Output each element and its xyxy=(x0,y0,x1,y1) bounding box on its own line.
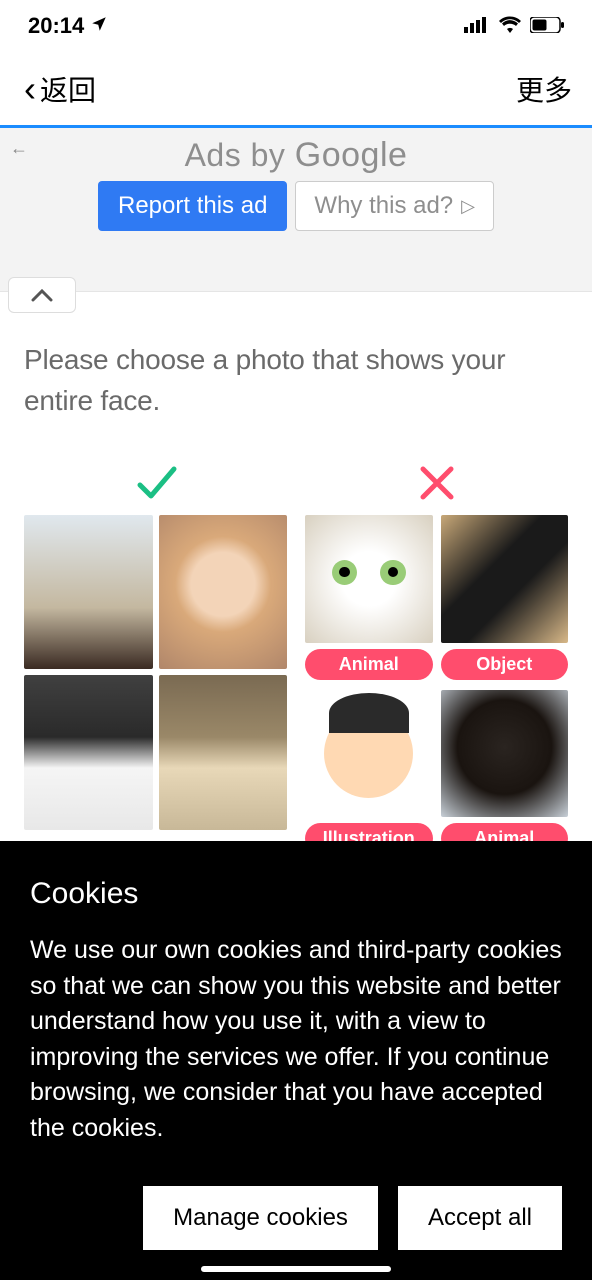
chevron-up-icon xyxy=(31,288,53,302)
good-examples-column xyxy=(24,461,287,854)
accept-all-button[interactable]: Accept all xyxy=(398,1186,562,1250)
good-photo xyxy=(159,675,288,829)
check-icon xyxy=(134,461,178,505)
battery-icon xyxy=(530,13,564,39)
back-label: 返回 xyxy=(40,69,96,109)
cookie-text: We use our own cookies and third-party c… xyxy=(30,933,562,1146)
bad-photo xyxy=(441,690,569,818)
cross-icon xyxy=(415,461,459,505)
more-label: 更多 xyxy=(516,75,572,106)
ad-panel: ← Ads by Google Report this ad Why this … xyxy=(0,128,592,292)
why-this-ad-button[interactable]: Why this ad? ▷ xyxy=(295,181,494,231)
cellular-icon xyxy=(464,13,490,39)
bad-label: Animal xyxy=(305,649,433,680)
adchoices-icon: ▷ xyxy=(461,196,475,217)
manage-cookies-button[interactable]: Manage cookies xyxy=(143,1186,378,1250)
location-icon xyxy=(90,13,108,39)
bad-photo xyxy=(305,690,433,818)
examples-section: Animal Object Illustration Animal xyxy=(24,461,568,854)
bad-photo xyxy=(441,515,569,643)
collapse-ad-button[interactable] xyxy=(8,277,76,313)
good-photo xyxy=(24,515,153,669)
instruction-text: Please choose a photo that shows your en… xyxy=(24,340,568,421)
more-button[interactable]: 更多 xyxy=(516,69,572,109)
nav-bar: ‹ 返回 更多 xyxy=(0,52,592,128)
bad-examples-column: Animal Object Illustration Animal xyxy=(305,461,568,854)
cookie-banner: Cookies We use our own cookies and third… xyxy=(0,841,592,1280)
report-ad-button[interactable]: Report this ad xyxy=(98,181,287,231)
cookie-title: Cookies xyxy=(30,877,562,911)
bad-photo xyxy=(305,515,433,643)
home-indicator[interactable] xyxy=(201,1266,391,1272)
back-button[interactable]: ‹ 返回 xyxy=(24,69,96,109)
ads-by-label: Ads by Google xyxy=(0,136,592,175)
status-bar: 20:14 xyxy=(0,0,592,52)
chevron-left-icon: ‹ xyxy=(24,71,36,107)
status-time: 20:14 xyxy=(28,13,84,39)
ad-back-arrow-icon[interactable]: ← xyxy=(10,138,28,159)
good-photo xyxy=(24,675,153,829)
bad-label: Object xyxy=(441,649,569,680)
wifi-icon xyxy=(498,13,522,39)
good-photo xyxy=(159,515,288,669)
